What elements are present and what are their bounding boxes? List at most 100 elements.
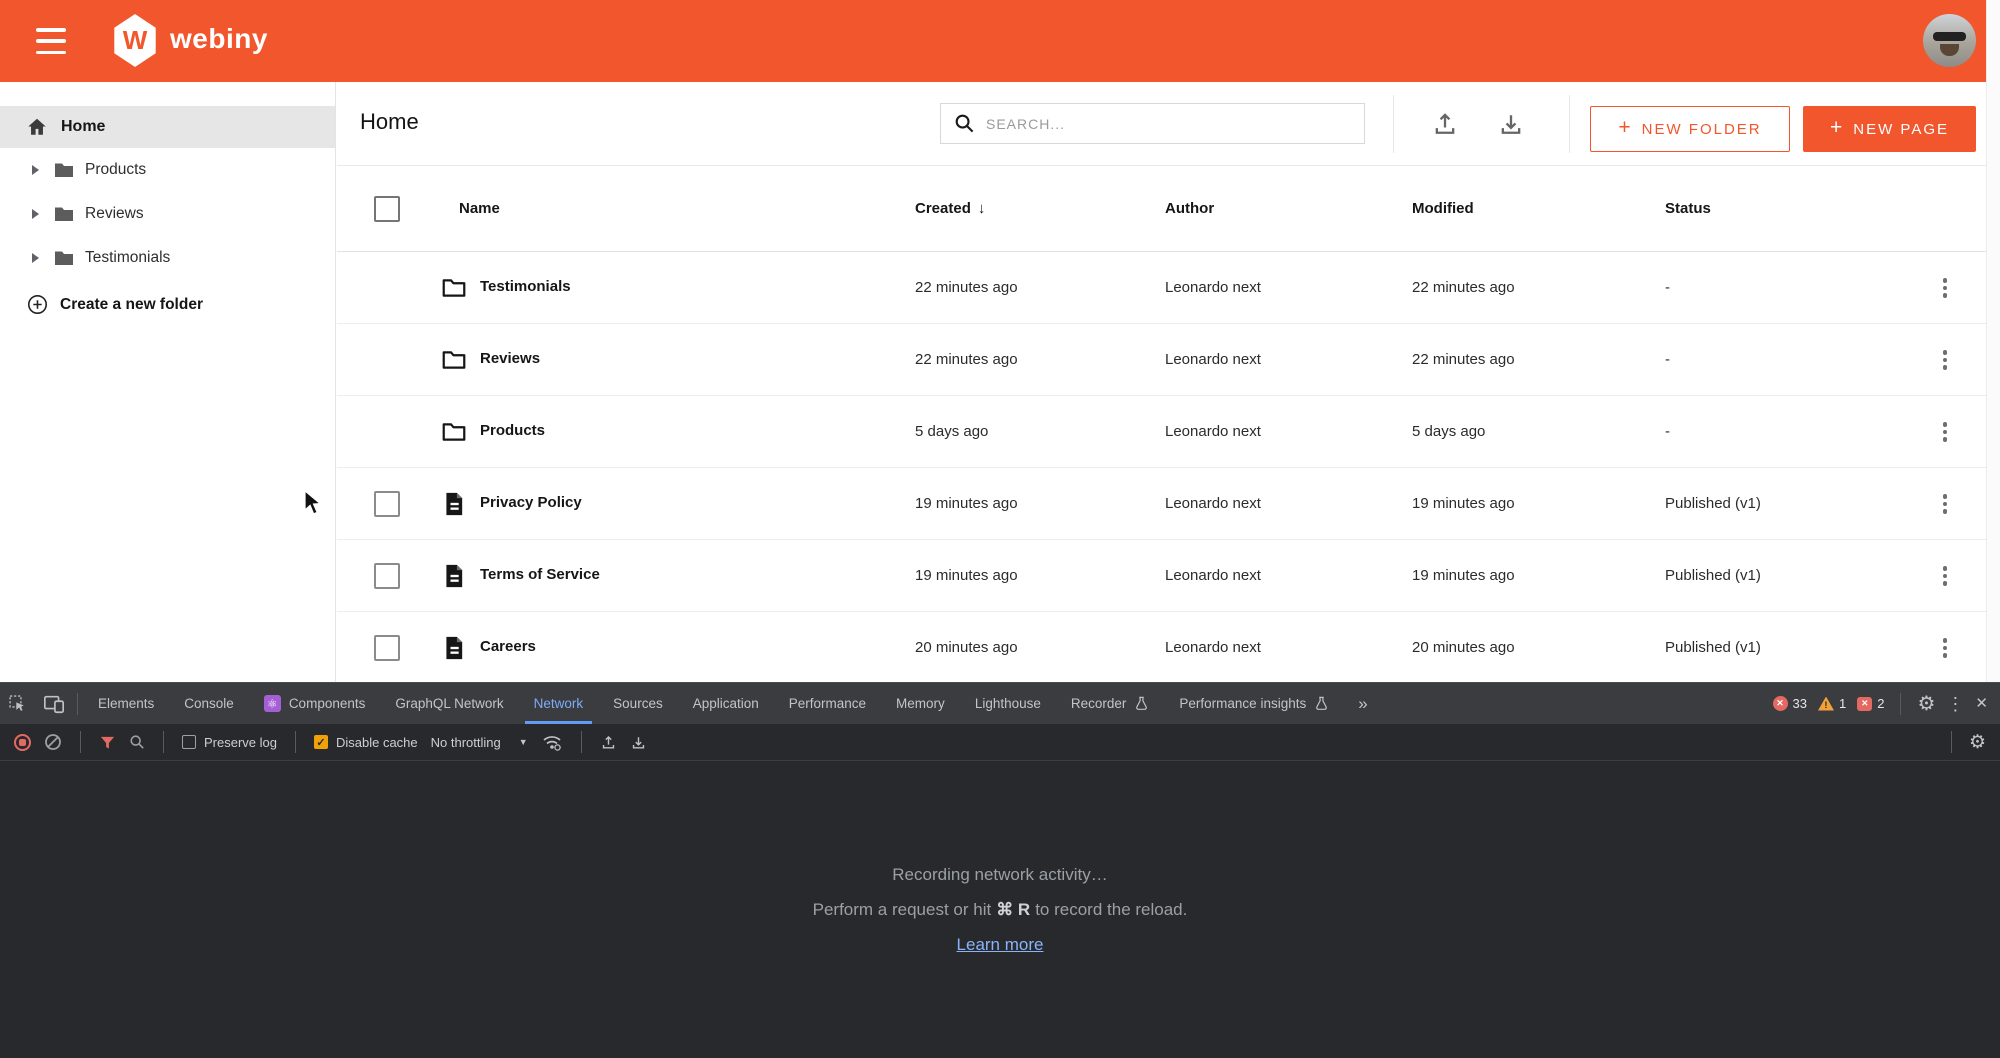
inspect-element-icon[interactable] bbox=[0, 683, 36, 724]
row-actions-button[interactable] bbox=[1934, 562, 1956, 590]
select-all-checkbox[interactable] bbox=[374, 196, 400, 222]
row-checkbox[interactable] bbox=[374, 491, 400, 517]
disable-cache-label: Disable cache bbox=[336, 735, 418, 750]
new-folder-button[interactable]: + NEW FOLDER bbox=[1590, 106, 1790, 152]
tab-components[interactable]: ⚛Components bbox=[249, 683, 381, 724]
record-network-log-button[interactable] bbox=[14, 734, 31, 751]
document-icon bbox=[440, 634, 468, 662]
cell-created: 22 minutes ago bbox=[915, 351, 1018, 368]
device-toolbar-icon[interactable] bbox=[36, 683, 72, 724]
document-icon bbox=[440, 490, 468, 518]
tab-performance[interactable]: Performance bbox=[774, 683, 881, 724]
import-har-icon[interactable] bbox=[600, 734, 617, 751]
table-row-careers[interactable]: Careers 20 minutes ago Leonardo next 20 … bbox=[337, 612, 1986, 682]
table-row-products[interactable]: Products 5 days ago Leonardo next 5 days… bbox=[337, 396, 1986, 468]
sidebar-item-testimonials[interactable]: Testimonials bbox=[0, 236, 335, 280]
row-name[interactable]: Testimonials bbox=[480, 278, 571, 295]
chevron-right-icon[interactable] bbox=[32, 209, 39, 219]
disable-cache-checkbox[interactable]: ✓ bbox=[314, 735, 328, 749]
devtools-tabbar: Elements Console ⚛Components GraphQL Net… bbox=[0, 683, 2000, 724]
column-header-modified[interactable]: Modified bbox=[1412, 200, 1474, 217]
preserve-log-toggle[interactable]: Preserve log bbox=[182, 735, 277, 750]
cell-status: - bbox=[1665, 423, 1670, 440]
row-actions-button[interactable] bbox=[1934, 490, 1956, 518]
export-download-icon[interactable] bbox=[1497, 110, 1525, 138]
search-input[interactable] bbox=[986, 116, 1351, 132]
row-actions-button[interactable] bbox=[1934, 634, 1956, 662]
toolbar-divider bbox=[80, 731, 81, 753]
error-count[interactable]: ✕33 bbox=[1773, 696, 1807, 711]
devtools-close-icon[interactable]: ✕ bbox=[1975, 696, 1988, 711]
sidebar-item-products[interactable]: Products bbox=[0, 148, 335, 192]
tab-performance-insights[interactable]: Performance insights bbox=[1164, 683, 1344, 724]
cell-author: Leonardo next bbox=[1165, 639, 1261, 656]
page-scrollbar[interactable] bbox=[1986, 0, 2000, 682]
cell-modified: 5 days ago bbox=[1412, 423, 1485, 440]
row-actions-button[interactable] bbox=[1934, 418, 1956, 446]
create-folder-label: Create a new folder bbox=[60, 296, 203, 314]
chevron-right-icon[interactable] bbox=[32, 165, 39, 175]
row-actions-button[interactable] bbox=[1934, 346, 1956, 374]
column-header-status[interactable]: Status bbox=[1665, 200, 1711, 217]
chevron-right-icon[interactable] bbox=[32, 253, 39, 263]
row-name[interactable]: Privacy Policy bbox=[480, 494, 582, 511]
table-row-testimonials[interactable]: Testimonials 22 minutes ago Leonardo nex… bbox=[337, 252, 1986, 324]
tab-elements[interactable]: Elements bbox=[83, 683, 169, 724]
devtools-settings-gear-icon[interactable]: ⚙ bbox=[1917, 694, 1935, 714]
tab-console[interactable]: Console bbox=[169, 683, 249, 724]
export-har-icon[interactable] bbox=[630, 734, 647, 751]
user-avatar[interactable] bbox=[1923, 14, 1976, 67]
filter-icon[interactable] bbox=[99, 734, 116, 751]
cell-author: Leonardo next bbox=[1165, 567, 1261, 584]
new-page-button[interactable]: + NEW PAGE bbox=[1803, 106, 1976, 152]
learn-more-link[interactable]: Learn more bbox=[957, 935, 1044, 955]
disable-cache-toggle[interactable]: ✓ Disable cache bbox=[314, 735, 418, 750]
row-name[interactable]: Products bbox=[480, 422, 545, 439]
table-row-terms-of-service[interactable]: Terms of Service 19 minutes ago Leonardo… bbox=[337, 540, 1986, 612]
network-toolbar: Preserve log ✓ Disable cache No throttli… bbox=[0, 724, 2000, 761]
tab-lighthouse[interactable]: Lighthouse bbox=[960, 683, 1056, 724]
network-settings-gear-icon[interactable]: ⚙ bbox=[1969, 733, 1986, 752]
flask-icon bbox=[1314, 696, 1329, 711]
tab-sources[interactable]: Sources bbox=[598, 683, 678, 724]
devtools-menu-kebab-icon[interactable]: ⋮ bbox=[1946, 695, 1964, 713]
import-upload-icon[interactable] bbox=[1431, 110, 1459, 138]
hamburger-menu-icon[interactable] bbox=[36, 28, 66, 54]
column-header-name[interactable]: Name bbox=[459, 200, 500, 217]
search-box[interactable] bbox=[940, 103, 1365, 144]
react-components-icon: ⚛ bbox=[264, 695, 281, 712]
row-actions-button[interactable] bbox=[1934, 274, 1956, 302]
table-row-privacy-policy[interactable]: Privacy Policy 19 minutes ago Leonardo n… bbox=[337, 468, 1986, 540]
more-tabs-button[interactable]: » bbox=[1344, 683, 1381, 724]
issues-count[interactable]: ✕2 bbox=[1857, 696, 1884, 711]
app-header: W webiny bbox=[0, 0, 2000, 82]
row-checkbox[interactable] bbox=[374, 635, 400, 661]
clear-network-log-icon[interactable] bbox=[44, 733, 62, 751]
sidebar-item-home[interactable]: Home bbox=[0, 106, 335, 148]
tab-memory[interactable]: Memory bbox=[881, 683, 960, 724]
throttling-select[interactable]: No throttling ▼ bbox=[431, 735, 528, 750]
table-header: Name Created↓ Author Modified Status bbox=[337, 166, 1986, 252]
cell-modified: 19 minutes ago bbox=[1412, 495, 1515, 512]
search-network-icon[interactable] bbox=[129, 734, 145, 750]
column-header-author[interactable]: Author bbox=[1165, 200, 1214, 217]
toolbar-divider bbox=[581, 731, 582, 753]
devtools-status-cluster: ✕33 !1 ✕2 ⚙ ⋮ ✕ bbox=[1773, 683, 2000, 724]
flask-icon bbox=[1134, 696, 1149, 711]
row-name[interactable]: Terms of Service bbox=[480, 566, 600, 583]
sidebar-item-reviews[interactable]: Reviews bbox=[0, 192, 335, 236]
table-row-reviews[interactable]: Reviews 22 minutes ago Leonardo next 22 … bbox=[337, 324, 1986, 396]
column-header-created[interactable]: Created↓ bbox=[915, 200, 985, 217]
preserve-log-checkbox[interactable] bbox=[182, 735, 196, 749]
tab-graphql-network[interactable]: GraphQL Network bbox=[380, 683, 518, 724]
row-name[interactable]: Reviews bbox=[480, 350, 540, 367]
tab-recorder[interactable]: Recorder bbox=[1056, 683, 1165, 724]
tab-network[interactable]: Network bbox=[519, 683, 599, 724]
row-name[interactable]: Careers bbox=[480, 638, 536, 655]
tab-application[interactable]: Application bbox=[678, 683, 774, 724]
cell-status: - bbox=[1665, 351, 1670, 368]
create-new-folder-button[interactable]: Create a new folder bbox=[0, 294, 335, 315]
row-checkbox[interactable] bbox=[374, 563, 400, 589]
network-conditions-icon[interactable] bbox=[541, 732, 563, 752]
warning-count[interactable]: !1 bbox=[1818, 696, 1846, 711]
